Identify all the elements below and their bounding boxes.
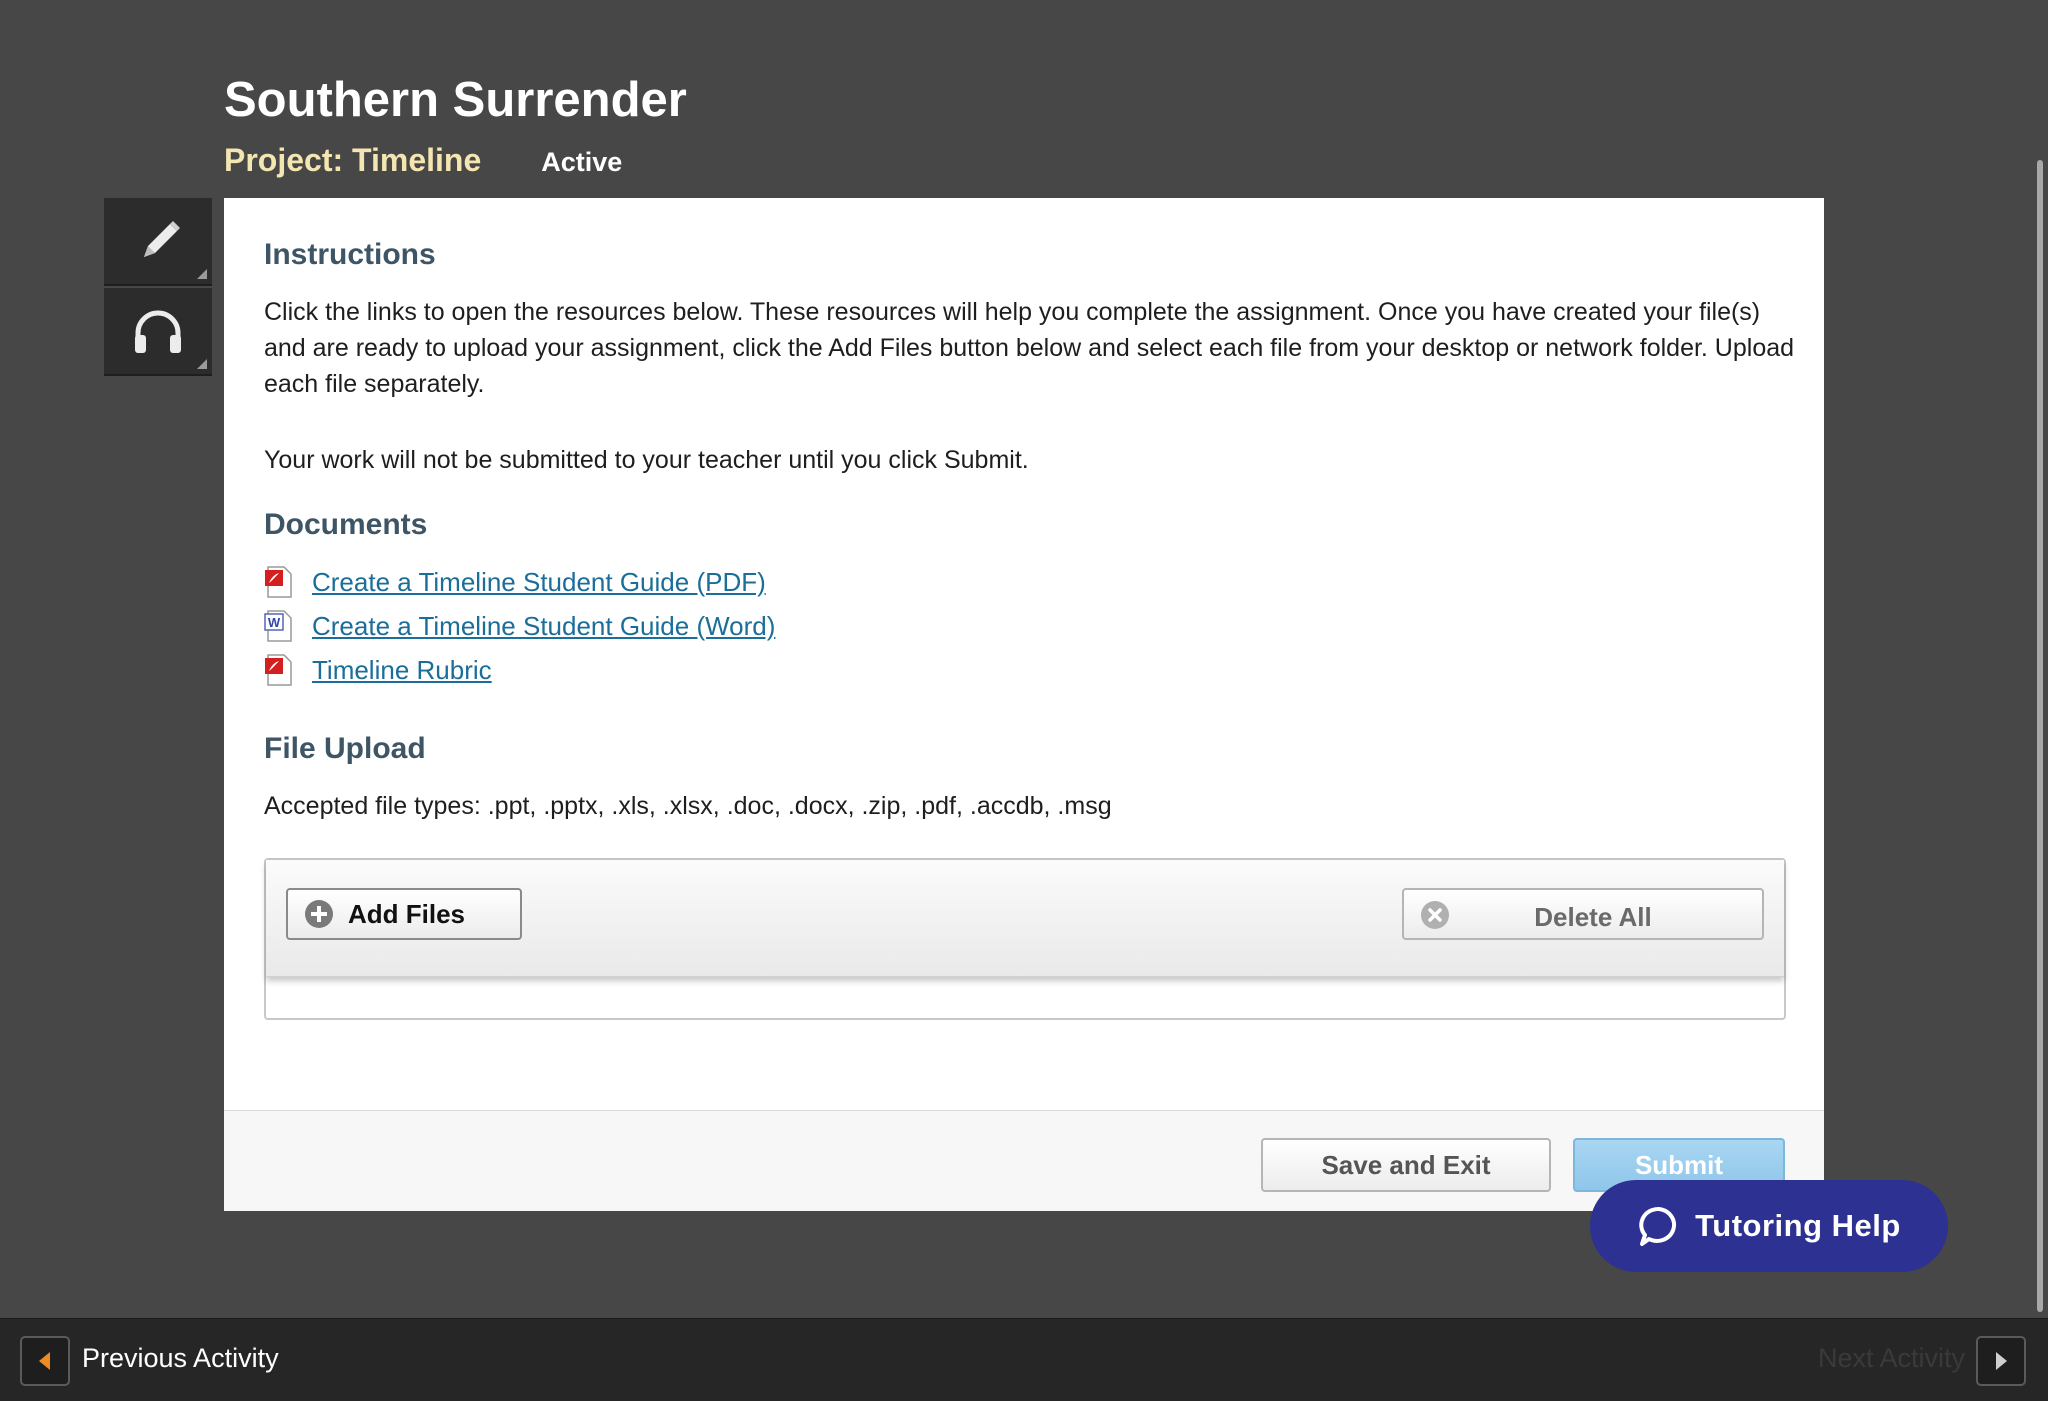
previous-activity-label[interactable]: Previous Activity [82,1343,279,1374]
instructions-text: Click the links to open the resources be… [264,298,1795,398]
documents-list: Create a Timeline Student Guide (PDF) W … [264,560,775,692]
save-and-exit-button[interactable]: Save and Exit [1261,1138,1551,1192]
upload-dropzone[interactable]: Add Files Delete All [264,858,1786,1020]
expand-corner-icon [197,269,207,279]
plus-circle-icon [305,900,333,928]
list-item: Create a Timeline Student Guide (PDF) [264,560,775,604]
file-upload-heading: File Upload [264,732,426,765]
assignment-panel: Instructions Click the links to open the… [224,198,1824,1211]
delete-all-label: Delete All [1534,902,1652,932]
svg-text:W: W [268,615,281,630]
add-files-label: Add Files [348,898,466,929]
previous-activity-button[interactable] [20,1336,70,1386]
status-badge: Active [541,147,623,177]
upload-toolbar: Add Files Delete All [266,860,1784,977]
tutoring-help-label: Tutoring Help [1695,1208,1901,1243]
page-title: Southern Surrender [224,73,687,127]
word-file-icon: W [264,610,292,642]
arrow-right-icon [1996,1352,2007,1370]
headphones-icon [135,310,181,353]
next-activity-button[interactable] [1976,1336,2026,1386]
next-activity-label: Next Activity [1818,1343,1966,1373]
panel-footer: Save and Exit Submit [224,1110,1824,1211]
arrow-left-icon [39,1352,50,1370]
project-label: Project: Timeline [224,142,482,178]
chat-bubble-icon [1639,1207,1677,1246]
instructions-heading: Instructions [264,238,436,271]
delete-all-button[interactable]: Delete All [1402,888,1764,940]
expand-corner-icon [197,359,207,369]
pdf-file-icon [265,566,292,598]
list-item: Timeline Rubric [264,648,775,692]
rubric-link[interactable]: Timeline Rubric [312,655,492,686]
submit-note: Your work will not be submitted to your … [264,446,1029,474]
pdf-guide-link[interactable]: Create a Timeline Student Guide (PDF) [312,567,766,598]
notes-tool-button[interactable] [104,198,212,286]
add-files-button[interactable]: Add Files [286,888,522,940]
documents-heading: Documents [264,508,428,541]
pdf-file-icon [265,654,292,686]
tutoring-help-button[interactable]: Tutoring Help [1590,1180,1948,1272]
pencil-icon [144,221,180,257]
word-guide-link[interactable]: Create a Timeline Student Guide (Word) [312,611,775,642]
subtitle-row: Project: Timeline Active [224,142,622,179]
audio-tool-button[interactable] [104,288,212,376]
bottom-nav-bar: Previous Activity Next Activity [0,1318,2048,1401]
list-item: W Create a Timeline Student Guide (Word) [264,604,775,648]
accepted-file-types: Accepted file types: .ppt, .pptx, .xls, … [264,792,1112,820]
scrollbar-thumb[interactable] [2037,160,2043,1312]
